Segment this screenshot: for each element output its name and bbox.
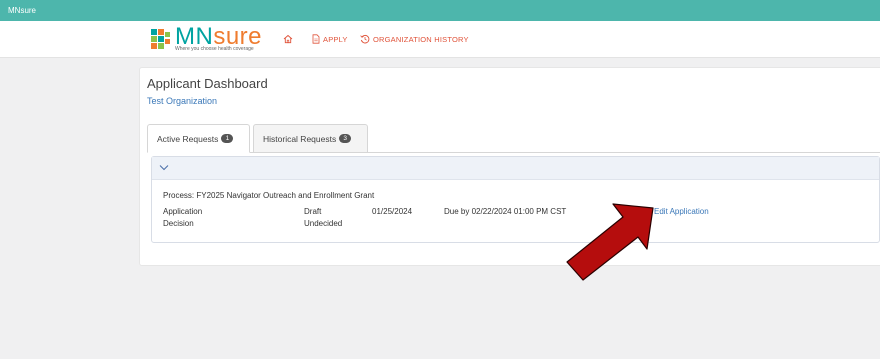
top-bar: MNsure xyxy=(0,0,880,21)
row-status: Draft xyxy=(304,207,322,216)
tab-active-requests[interactable]: Active Requests 1 xyxy=(147,124,250,153)
document-icon xyxy=(312,34,320,44)
app-brand: MNsure xyxy=(8,6,37,15)
tab-active-requests-label: Active Requests xyxy=(157,133,219,144)
row-type: Decision xyxy=(163,219,194,228)
history-icon xyxy=(360,34,370,44)
tab-divider xyxy=(147,152,880,153)
mnsure-logo[interactable]: MNsure Where you choose health coverage xyxy=(149,23,271,54)
pointer-arrow-icon xyxy=(566,203,654,281)
nav-history-label: ORGANIZATION HISTORY xyxy=(373,34,469,44)
nav-apply[interactable]: APPLY xyxy=(312,21,348,57)
historical-requests-count-badge: 3 xyxy=(339,134,352,143)
row-due-date: Due by 02/22/2024 01:00 PM CST xyxy=(444,207,567,216)
site-header: MNsure Where you choose health coverage … xyxy=(0,21,880,58)
nav-home[interactable] xyxy=(283,21,293,57)
active-requests-count-badge: 1 xyxy=(221,134,234,143)
edit-application-link[interactable]: Edit Application xyxy=(654,207,709,216)
nav-apply-label: APPLY xyxy=(323,34,348,44)
chevron-down-icon[interactable] xyxy=(159,164,169,171)
home-icon xyxy=(283,34,293,44)
request-panel-header[interactable] xyxy=(152,157,879,180)
page-title: Applicant Dashboard xyxy=(147,76,268,91)
row-type: Application xyxy=(163,207,203,216)
logo-mark-icon xyxy=(151,29,170,49)
tab-historical-requests[interactable]: Historical Requests 3 xyxy=(253,124,368,153)
row-status: Undecided xyxy=(304,219,343,228)
organization-link[interactable]: Test Organization xyxy=(147,96,217,106)
nav-organization-history[interactable]: ORGANIZATION HISTORY xyxy=(360,21,469,57)
logo-tagline: Where you choose health coverage xyxy=(175,46,254,52)
process-name: Process: FY2025 Navigator Outreach and E… xyxy=(163,191,375,200)
tab-historical-requests-label: Historical Requests xyxy=(263,133,337,144)
row-date: 01/25/2024 xyxy=(372,207,413,216)
